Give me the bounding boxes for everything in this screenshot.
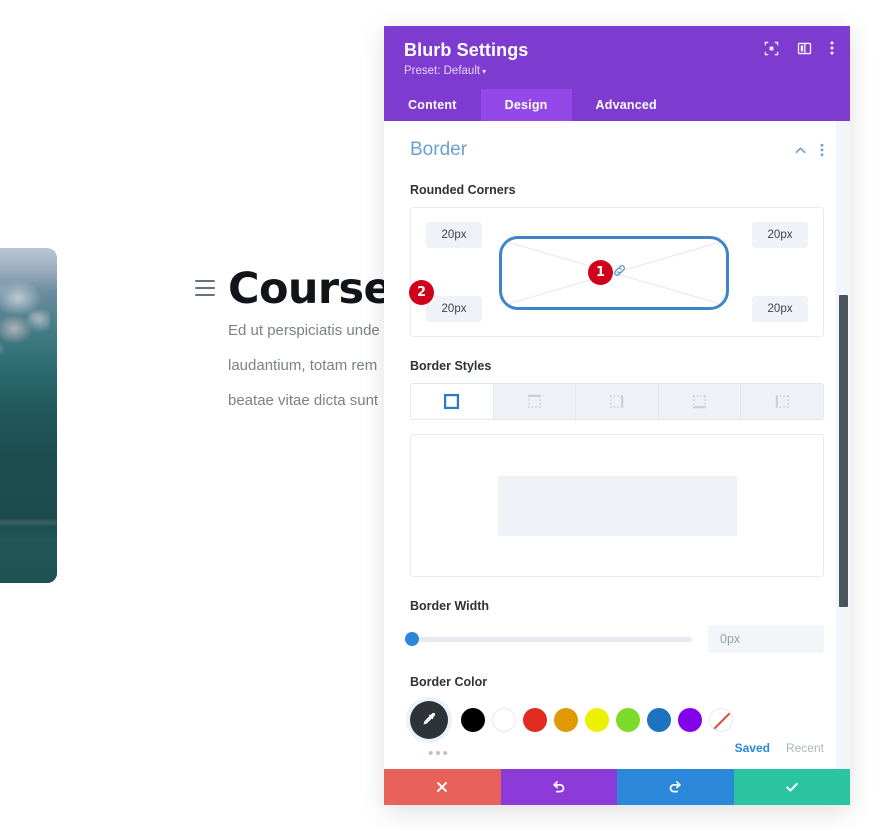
tab-content[interactable]: Content [384,89,481,121]
swatch-transparent[interactable] [709,708,733,732]
border-preview-swatch [497,475,737,536]
overflow-menu-icon[interactable] [830,40,834,56]
corner-preview-shape [499,236,729,310]
tab-advanced[interactable]: Advanced [572,89,681,121]
swatch-white[interactable] [492,708,516,732]
border-width-label: Border Width [410,599,490,613]
swatch-black[interactable] [461,708,485,732]
swatch-orange[interactable] [554,708,578,732]
top-right-corner-input[interactable]: 20px [752,222,808,248]
border-style-bottom-side[interactable] [659,384,742,419]
color-footer: ••• Saved Recent [410,741,824,762]
border-width-row: 0px [405,625,824,653]
hero-image [0,248,57,583]
border-styles-label: Border Styles [410,359,492,373]
modal-footer [384,769,850,805]
swatch-yellow[interactable] [585,708,609,732]
border-color-label: Border Color [410,675,488,689]
link-chain-icon[interactable] [612,263,627,283]
chevron-up-icon[interactable] [794,144,807,157]
border-style-right-side[interactable] [576,384,659,419]
focus-target-icon[interactable] [764,41,779,56]
swatch-green[interactable] [616,708,640,732]
preset-selector[interactable]: Preset: Default ▾ [404,65,830,77]
border-color-swatches [410,701,824,739]
chevron-down-icon: ▾ [482,67,487,76]
recent-colors-tab[interactable]: Recent [786,741,824,755]
annotation-badge-2: 2 [409,280,434,305]
hamburger-icon[interactable] [195,280,215,296]
saved-recent-tabs: Saved Recent [735,741,824,755]
border-style-top-side[interactable] [494,384,577,419]
blurb-settings-modal: Blurb Settings Preset: Default ▾ Content… [384,26,850,805]
border-preview-box [410,434,824,577]
save-button[interactable] [733,769,850,805]
overflow-menu-icon[interactable] [820,143,824,157]
border-width-slider-knob[interactable] [405,632,419,646]
modal-scrollbar[interactable] [836,121,850,769]
swatch-red[interactable] [523,708,547,732]
rounded-corners-control: 20px 20px 20px 20px 1 2 [409,207,824,337]
border-width-slider[interactable] [405,632,692,646]
border-style-all-sides[interactable] [411,384,494,419]
modal-header: Blurb Settings Preset: Default ▾ [384,26,850,89]
more-colors-dots[interactable]: ••• [420,745,458,762]
page-paragraph-line-1: Ed ut perspiciatis unde [228,322,380,339]
preset-label: Preset: Default [404,65,481,77]
modal-header-actions [764,40,834,56]
redo-button[interactable] [617,769,734,805]
border-styles-selector [410,383,824,420]
bottom-right-corner-input[interactable]: 20px [752,296,808,322]
page-paragraph-line-2: laudantium, totam rem [228,357,378,374]
section-title-text: Border [410,139,468,160]
screen-root: Course I — Ed ut perspiciatis unde lauda… [0,0,880,831]
tab-design[interactable]: Design [480,89,572,121]
modal-tabs: Content Design Advanced [384,89,850,121]
swatch-blue[interactable] [647,708,671,732]
modal-scrollbar-thumb[interactable] [839,295,848,607]
annotation-badge-1: 1 [588,260,613,285]
rounded-corners-label: Rounded Corners [410,183,516,197]
swatch-purple[interactable] [678,708,702,732]
page-paragraph-line-3: beatae vitae dicta sunt [228,392,379,409]
bottom-left-corner-input[interactable]: 20px [426,296,482,322]
section-tools [794,143,824,157]
eyedropper-icon[interactable] [410,701,448,739]
top-left-corner-input[interactable]: 20px [426,222,482,248]
modal-body: Border Rounded Corners 20px 20px 20px 20… [384,121,850,769]
saved-colors-tab[interactable]: Saved [735,741,770,755]
water-band [0,521,57,583]
border-section-header: Border [410,139,824,161]
cancel-button[interactable] [384,769,501,805]
border-width-value[interactable]: 0px [708,625,824,653]
border-style-left-side[interactable] [741,384,823,419]
undo-button[interactable] [500,769,617,805]
panel-layout-icon[interactable] [797,41,812,56]
